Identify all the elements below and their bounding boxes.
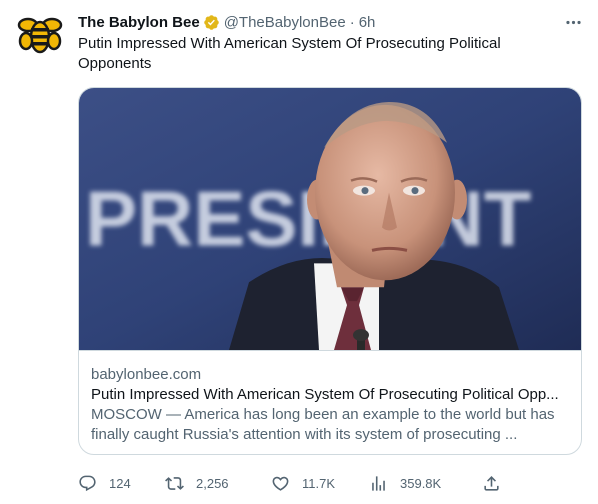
handle[interactable]: @TheBabylonBee bbox=[224, 14, 346, 31]
display-name[interactable]: The Babylon Bee bbox=[78, 14, 200, 31]
retweet-button[interactable]: 2,256 bbox=[165, 472, 229, 494]
card-description: MOSCOW — America has long been an exampl… bbox=[91, 406, 555, 443]
reply-icon bbox=[79, 475, 96, 491]
heart-icon bbox=[272, 476, 289, 491]
share-icon bbox=[484, 475, 499, 491]
view-count: 359.8K bbox=[400, 475, 442, 491]
tweet-header: The Babylon Bee @TheBabylonBee · 6h bbox=[78, 12, 558, 32]
tweet-actions: 124 2,256 11.7K 359.8K bbox=[78, 472, 582, 494]
babylon-bee-logo-icon[interactable] bbox=[16, 11, 64, 59]
reply-count: 124 bbox=[109, 475, 131, 491]
retweet-icon bbox=[165, 476, 184, 490]
card-title: Putin Impressed With American System Of … bbox=[91, 386, 559, 403]
separator-dot: · bbox=[349, 13, 355, 31]
link-card[interactable]: PRESIDENT babylonbee.com Putin Impressed… bbox=[78, 87, 582, 455]
share-button[interactable] bbox=[482, 472, 501, 494]
like-button[interactable]: 11.7K bbox=[271, 472, 335, 494]
card-image: PRESIDENT bbox=[79, 88, 581, 351]
tweet-text: Putin Impressed With American System Of … bbox=[78, 35, 501, 72]
more-options-button[interactable] bbox=[562, 12, 584, 32]
verified-badge-icon[interactable] bbox=[203, 14, 220, 31]
card-body: babylonbee.com Putin Impressed With Amer… bbox=[79, 352, 581, 454]
timestamp[interactable]: 6h bbox=[359, 14, 376, 31]
like-count: 11.7K bbox=[302, 475, 336, 491]
reply-button[interactable]: 124 bbox=[78, 472, 131, 494]
views-button[interactable]: 359.8K bbox=[369, 472, 441, 494]
more-icon bbox=[565, 20, 581, 24]
tweet[interactable]: The Babylon Bee @TheBabylonBee · 6h Puti… bbox=[0, 0, 598, 504]
card-domain: babylonbee.com bbox=[91, 366, 202, 383]
retweet-count: 2,256 bbox=[196, 475, 229, 491]
views-icon bbox=[372, 475, 385, 491]
